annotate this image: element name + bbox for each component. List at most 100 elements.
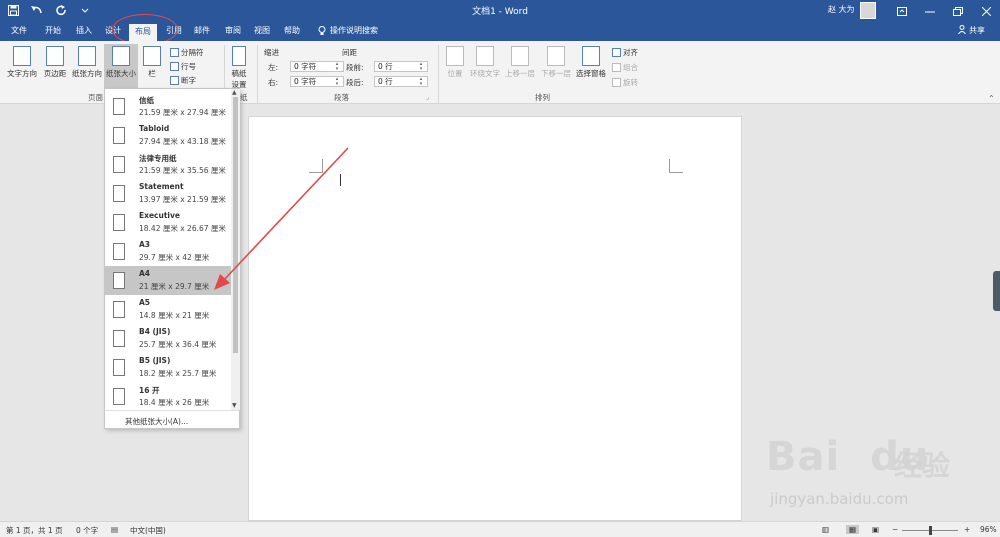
close-icon[interactable] xyxy=(972,3,1000,19)
page-icon xyxy=(113,156,125,173)
paper-size-dimensions: 21 厘米 x 29.7 厘米 xyxy=(139,282,210,291)
align-label: 对齐 xyxy=(623,48,638,57)
columns-label: 栏 xyxy=(148,69,156,78)
word-count[interactable]: 0 个字 xyxy=(76,525,98,536)
spacing-after-field[interactable]: 0 行 xyxy=(374,76,428,87)
baidu-watermark: Bai du 经验 jingyan.baidu.com xyxy=(752,420,988,516)
paper-size-name: 16 开 xyxy=(139,386,160,395)
position-button[interactable]: 位置 xyxy=(442,46,468,79)
person-icon xyxy=(958,25,966,34)
collapse-ribbon-icon[interactable]: ⌃ xyxy=(988,94,995,103)
print-layout-icon[interactable]: ▦ xyxy=(846,525,860,534)
read-mode-icon[interactable]: ▥ xyxy=(822,525,829,534)
side-panel-handle[interactable] xyxy=(993,271,1000,311)
share-button[interactable]: 共享 xyxy=(958,25,985,36)
line-numbers-button[interactable]: 行号 xyxy=(170,61,196,72)
zoom-in-button[interactable]: + xyxy=(964,525,970,534)
zoom-level[interactable]: 96% xyxy=(980,525,997,534)
proofing-icon[interactable]: ▤ xyxy=(111,525,118,534)
margins-button[interactable]: 页边距 xyxy=(40,46,70,79)
paper-size-item[interactable]: B5 (JIS) 18.2 厘米 x 25.7 厘米 xyxy=(105,353,231,382)
spacing-before-field[interactable]: 0 行 xyxy=(374,61,428,72)
hyphenation-button[interactable]: 断字 xyxy=(170,75,196,86)
paper-size-item[interactable]: B4 (JIS) 25.7 厘米 x 36.4 厘米 xyxy=(105,324,231,353)
page-count[interactable]: 第 1 页，共 1 页 xyxy=(6,525,63,536)
language[interactable]: 中文(中国) xyxy=(130,525,166,536)
paper-size-name: 法律专用纸 xyxy=(139,154,177,163)
paper-size-name: Executive xyxy=(139,211,180,220)
rotate-button[interactable]: 旋转 xyxy=(612,77,638,88)
indent-left-field[interactable]: 0 字符 xyxy=(290,61,344,72)
paper-size-dimensions: 18.2 厘米 x 25.7 厘米 xyxy=(139,369,217,378)
tab-insert[interactable]: 插入 xyxy=(76,25,92,36)
align-button[interactable]: 对齐 xyxy=(612,47,638,58)
zoom-out-button[interactable]: − xyxy=(892,525,898,534)
wrap-text-button[interactable]: 环绕文字 xyxy=(468,46,502,79)
bring-forward-button[interactable]: 上移一层 xyxy=(502,46,538,79)
group-button[interactable]: 组合 xyxy=(612,62,638,73)
paper-size-dimensions: 25.7 厘米 x 36.4 厘米 xyxy=(139,340,217,349)
tab-file[interactable]: 文件 xyxy=(11,25,27,36)
window-controls xyxy=(888,3,1000,19)
paper-size-dimensions: 29.7 厘米 x 42 厘米 xyxy=(139,253,210,262)
page-icon xyxy=(113,98,125,115)
selection-pane-button[interactable]: 选择窗格 xyxy=(574,46,608,79)
send-backward-icon xyxy=(547,46,565,66)
status-bar: 第 1 页，共 1 页 0 个字 ▤ 中文(中国) ▥ ▦ ▣ − + 96% xyxy=(0,521,1000,537)
tab-help[interactable]: 帮助 xyxy=(284,25,300,36)
page-icon xyxy=(113,185,125,202)
paper-size-name: Tabloid xyxy=(139,124,170,133)
minimize-icon[interactable] xyxy=(916,3,944,19)
tell-me-search[interactable]: 操作说明搜索 xyxy=(318,25,378,36)
paper-size-dimensions: 21.59 厘米 x 27.94 厘米 xyxy=(139,108,226,117)
send-backward-button[interactable]: 下移一层 xyxy=(538,46,574,79)
text-direction-label: 文字方向 xyxy=(7,69,37,78)
breaks-button[interactable]: 分隔符 xyxy=(170,47,204,58)
lightbulb-icon xyxy=(318,25,326,35)
line-numbers-label: 行号 xyxy=(181,62,196,71)
text-direction-button[interactable]: 文字方向 xyxy=(5,46,39,79)
scroll-down-icon[interactable]: ▼ xyxy=(232,402,237,409)
position-icon xyxy=(446,46,464,66)
tab-review[interactable]: 审阅 xyxy=(225,25,241,36)
crop-mark-top-right xyxy=(669,159,683,173)
scroll-up-icon[interactable]: ▲ xyxy=(232,89,237,96)
align-icon xyxy=(612,48,621,57)
draft-paper-button[interactable]: 稿纸 设置 xyxy=(228,46,250,90)
tab-mailings[interactable]: 邮件 xyxy=(194,25,210,36)
paragraph-group-label: 段落 xyxy=(334,93,349,102)
paper-size-item[interactable]: A5 14.8 厘米 x 21 厘米 xyxy=(105,295,231,324)
tab-home[interactable]: 开始 xyxy=(45,25,61,36)
indent-right-field[interactable]: 0 字符 xyxy=(290,76,344,87)
ribbon-display-options-icon[interactable] xyxy=(888,3,916,19)
paper-size-button[interactable]: 纸张大小 xyxy=(104,44,138,89)
user-name[interactable]: 赵 大为 xyxy=(828,4,855,15)
columns-button[interactable]: 栏 xyxy=(140,46,164,79)
margins-icon xyxy=(46,46,64,66)
web-layout-icon[interactable]: ▣ xyxy=(872,525,879,534)
restore-icon[interactable] xyxy=(944,3,972,19)
share-label: 共享 xyxy=(969,26,985,35)
tab-view[interactable]: 视图 xyxy=(254,25,270,36)
orientation-button[interactable]: 纸张方向 xyxy=(70,46,104,79)
orientation-label: 纸张方向 xyxy=(72,69,102,78)
paper-size-item[interactable]: 16 开 18.4 厘米 x 26 厘米 xyxy=(105,382,231,411)
line-numbers-icon xyxy=(170,62,179,71)
watermark-url: jingyan.baidu.com xyxy=(770,490,909,508)
zoom-slider-thumb[interactable] xyxy=(929,526,932,535)
page-icon xyxy=(113,301,125,318)
draft-paper-icon xyxy=(232,46,246,66)
more-paper-sizes[interactable]: 其他纸张大小(A)... xyxy=(105,410,239,429)
wrap-text-label: 环绕文字 xyxy=(470,69,500,78)
paper-size-icon xyxy=(112,46,130,66)
paragraph-launcher-icon[interactable]: ⌟ xyxy=(426,94,429,101)
paper-size-name: B5 (JIS) xyxy=(139,356,171,365)
page-icon xyxy=(113,388,125,405)
draft-paper-label: 稿纸 xyxy=(231,69,247,78)
tell-me-label: 操作说明搜索 xyxy=(330,26,378,35)
avatar[interactable] xyxy=(860,2,876,19)
paper-size-item[interactable]: 信纸 21.59 厘米 x 27.94 厘米 xyxy=(105,92,231,121)
paper-size-name: B4 (JIS) xyxy=(139,327,171,336)
breaks-label: 分隔符 xyxy=(181,48,204,57)
page-icon xyxy=(113,359,125,376)
